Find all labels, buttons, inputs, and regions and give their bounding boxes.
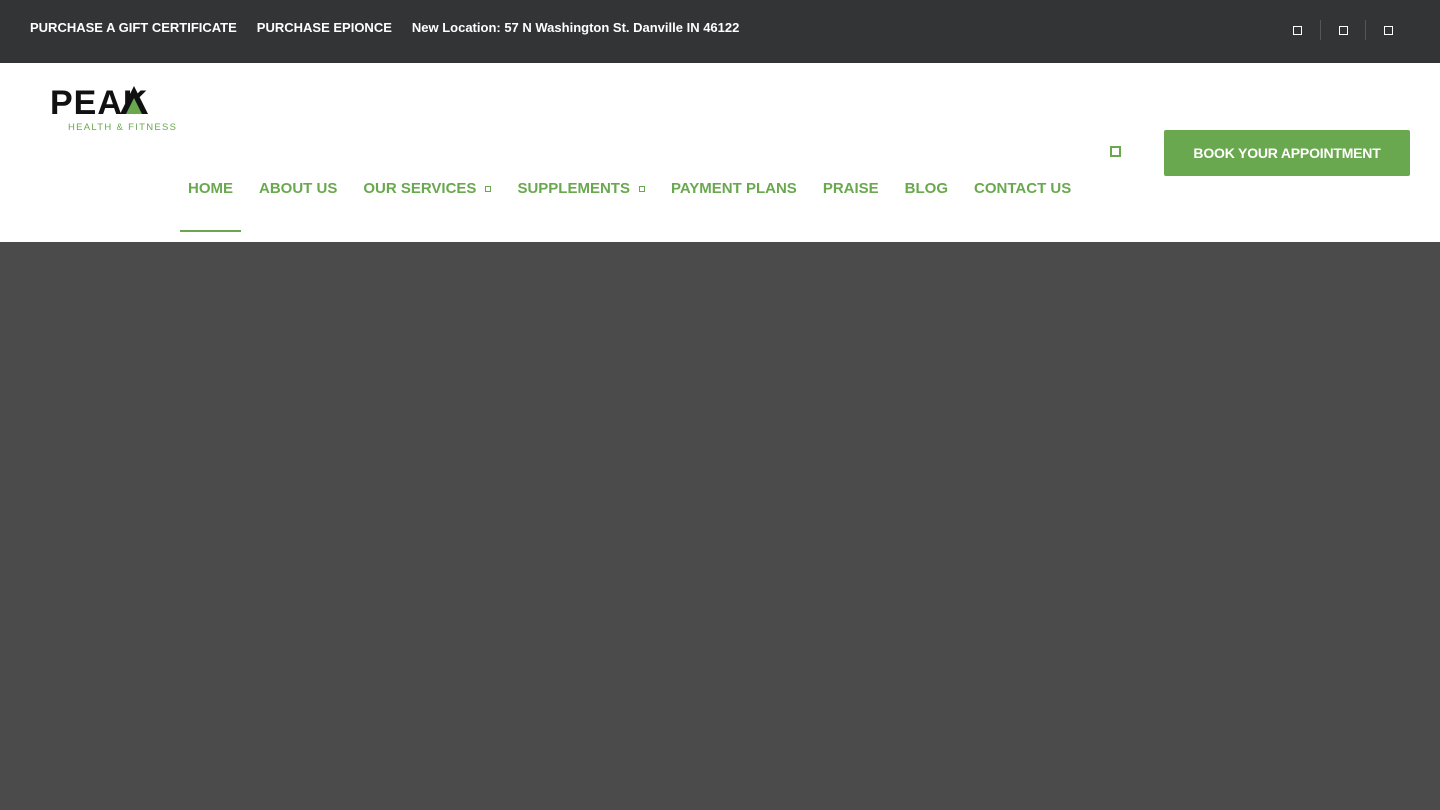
search-icon[interactable] xyxy=(1110,146,1121,157)
nav-item-label: BLOG xyxy=(904,180,949,197)
gift-certificate-link[interactable]: PURCHASE A GIFT CERTIFICATE xyxy=(30,20,237,35)
chevron-down-icon xyxy=(638,186,645,192)
nav-item-about-us[interactable]: ABOUT US xyxy=(251,168,345,232)
book-appointment-button[interactable]: BOOK YOUR APPOINTMENT xyxy=(1164,130,1410,176)
nav-item-home[interactable]: HOME xyxy=(180,168,241,232)
nav-item-label: ABOUT US xyxy=(259,180,338,197)
instagram-icon xyxy=(1338,25,1348,35)
nav-item-praise[interactable]: PRAISE xyxy=(815,168,887,232)
youtube-link[interactable] xyxy=(1365,20,1410,40)
topbar-links: PURCHASE A GIFT CERTIFICATE PURCHASE EPI… xyxy=(30,20,739,35)
chevron-down-icon xyxy=(485,186,492,192)
main-header: PEAK HEALTH & FITNESS HOME ABOUT US OUR … xyxy=(0,63,1440,242)
nav-item-payment-plans[interactable]: PAYMENT PLANS xyxy=(663,168,805,232)
site-logo[interactable]: PEAK HEALTH & FITNESS xyxy=(50,84,202,133)
nav-item-our-services[interactable]: OUR SERVICES xyxy=(355,168,499,232)
facebook-icon xyxy=(1293,25,1302,35)
youtube-icon xyxy=(1383,25,1393,35)
social-links xyxy=(1275,20,1410,40)
location-text: New Location: 57 N Washington St. Danvil… xyxy=(411,20,740,35)
hero-section xyxy=(0,242,1440,810)
facebook-link[interactable] xyxy=(1275,20,1320,40)
nav-item-label: CONTACT US xyxy=(974,180,1072,197)
logo-tagline: HEALTH & FITNESS xyxy=(68,122,178,133)
nav-item-label: PRAISE xyxy=(822,180,879,197)
nav-item-contact-us[interactable]: CONTACT US xyxy=(966,168,1079,232)
peak-logo-mark: PEAK xyxy=(50,84,148,120)
nav-item-label: SUPPLEMENTS xyxy=(517,180,630,197)
nav-item-label: PAYMENT PLANS xyxy=(670,180,797,197)
nav-item-blog[interactable]: BLOG xyxy=(897,168,956,232)
main-navigation: HOME ABOUT US OUR SERVICES SUPPLEMENTS P… xyxy=(180,168,1089,232)
nav-item-label: OUR SERVICES xyxy=(363,180,477,197)
nav-item-supplements[interactable]: SUPPLEMENTS xyxy=(509,168,653,232)
instagram-link[interactable] xyxy=(1320,20,1365,40)
purchase-epionce-link[interactable]: PURCHASE EPIONCE xyxy=(257,20,392,35)
top-utility-bar: PURCHASE A GIFT CERTIFICATE PURCHASE EPI… xyxy=(0,0,1440,63)
nav-item-label: HOME xyxy=(188,180,233,197)
